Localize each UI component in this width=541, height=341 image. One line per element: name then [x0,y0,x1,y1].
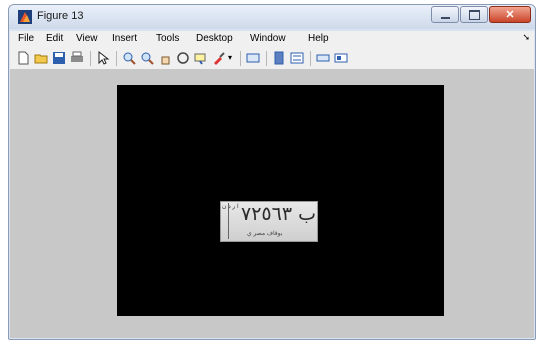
close-icon: ✕ [505,9,515,21]
menu-window[interactable]: Window [250,33,286,44]
figure-window: Figure 13 ✕ File Edit View Insert Tools … [8,4,536,340]
print-icon[interactable] [70,51,84,65]
license-plate-image: ا ر د ن ب ٧٢٥٦٣ يوقاف مصر ي [220,201,318,242]
save-icon[interactable] [52,51,66,65]
brush-icon[interactable] [212,51,226,65]
menu-desktop[interactable]: Desktop [196,33,233,44]
hide-plot-tools-icon[interactable] [316,51,330,65]
window-title: Figure 13 [37,10,84,22]
maximize-button[interactable] [460,6,488,23]
brush-dropdown-icon[interactable]: ▾ [228,53,232,62]
menu-insert[interactable]: Insert [112,33,137,44]
title-bar[interactable]: Figure 13 ✕ [9,5,535,29]
show-plot-tools-icon[interactable] [334,51,348,65]
matlab-logo-icon [18,10,32,24]
new-figure-icon[interactable] [16,51,30,65]
zoom-out-icon[interactable] [140,51,154,65]
menu-help[interactable]: Help [308,33,329,44]
zoom-in-icon[interactable] [122,51,136,65]
chevron-right-icon[interactable]: ➘ [522,32,530,43]
menu-view[interactable]: View [76,33,98,44]
open-file-icon[interactable] [34,51,48,65]
menu-edit[interactable]: Edit [46,33,63,44]
legend-icon[interactable] [290,51,304,65]
minimize-icon [440,16,450,19]
plate-letter: ب [298,203,316,225]
close-button[interactable]: ✕ [489,6,531,23]
menu-file[interactable]: File [18,33,34,44]
pan-icon[interactable] [158,51,172,65]
plate-country-text: ا ر د ن [222,204,239,210]
colorbar-icon[interactable] [272,51,286,65]
menu-bar: File Edit View Insert Tools Desktop Wind… [10,31,534,47]
plate-number: ب ٧٢٥٦٣ [241,203,316,225]
data-cursor-icon[interactable] [194,51,208,65]
plate-bottom-text: يوقاف مصر ي [247,231,283,237]
minimize-button[interactable] [431,6,459,23]
menu-tools[interactable]: Tools [156,33,179,44]
figure-toolbar: ▾ [10,47,534,70]
figure-canvas: ا ر د ن ب ٧٢٥٦٣ يوقاف مصر ي [10,70,534,338]
maximize-icon [468,9,480,20]
image-axes[interactable]: ا ر د ن ب ٧٢٥٦٣ يوقاف مصر ي [117,85,444,316]
link-plot-icon[interactable] [246,51,260,65]
edit-plot-arrow-icon[interactable] [96,51,110,65]
rotate-3d-icon[interactable] [176,51,190,65]
plate-digits: ٧٢٥٦٣ [241,203,293,225]
